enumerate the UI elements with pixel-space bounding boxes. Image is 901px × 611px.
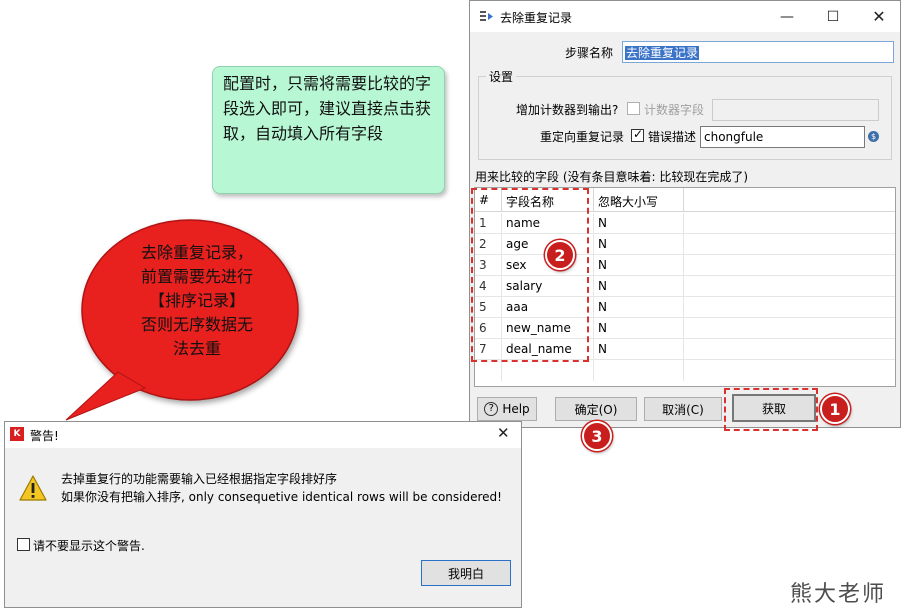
step-badge-2: 2 <box>545 240 575 270</box>
warning-titlebar[interactable]: K 警告! ✕ <box>5 422 521 448</box>
callout-line: 去除重复记录， <box>140 243 253 262</box>
callout-line: 法去重 <box>172 339 221 358</box>
warning-title: 警告! <box>30 429 59 443</box>
callout-line: 前置需要先进行 <box>140 267 253 286</box>
warning-message-line1: 去掉重复行的功能需要输入已经根据指定字段排好序 <box>61 472 338 486</box>
understood-button[interactable]: 我明白 <box>421 560 511 586</box>
step-badge-3: 3 <box>582 421 612 451</box>
step-badge-1: 1 <box>820 394 850 424</box>
dont-show-checkbox[interactable] <box>17 538 30 551</box>
warning-dialog: K 警告! ✕ 去掉重复行的功能需要输入已经根据指定字段排好序 如果你没有把输入… <box>4 421 522 608</box>
callout-line: 【排序记录】 <box>148 291 245 310</box>
callout-line: 否则无序数据无 <box>140 315 253 334</box>
warning-triangle-icon <box>19 475 47 501</box>
kettle-app-icon: K <box>10 427 24 441</box>
warning-close-button[interactable]: ✕ <box>497 424 510 442</box>
warning-message-line2: 如果你没有把输入排序, only consequetive identical … <box>61 490 502 504</box>
watermark: 熊大老师 <box>790 582 887 607</box>
red-callout-text: 去除重复记录， 前置需要先进行 【排序记录】 否则无序数据无 法去重 <box>112 241 282 361</box>
dont-show-label: 请不要显示这个警告. <box>33 539 145 553</box>
